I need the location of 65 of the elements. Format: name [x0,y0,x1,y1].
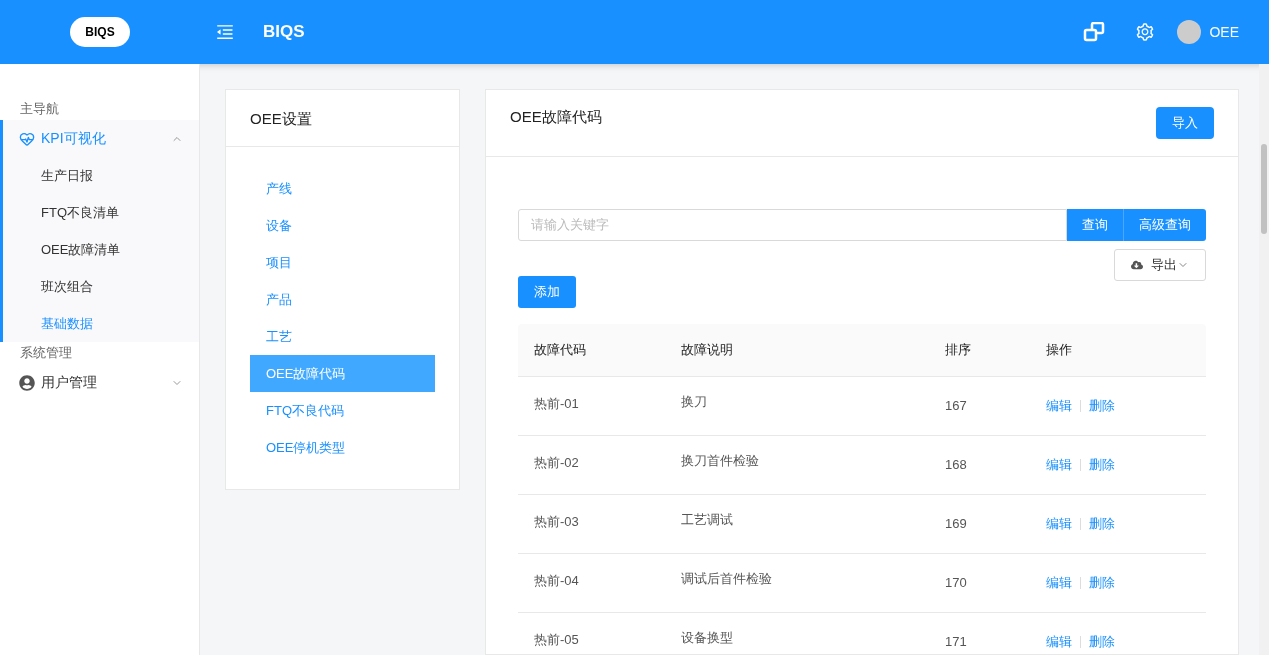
action-link[interactable]: 删除 [1089,632,1115,652]
column-header: 故障代码 [534,342,586,358]
table-cell: 热前-02 [534,455,579,471]
menu-item[interactable]: 生产日报 [3,157,199,194]
action-link[interactable]: 删除 [1089,455,1115,475]
table-cell: 设备换型 [681,630,733,646]
column-header: 操作 [1046,342,1072,358]
table-cell: 热前-05 [534,632,579,648]
menu-group[interactable]: KPI可视化 [3,120,199,157]
table-cell: 工艺调试 [681,512,733,528]
table-cell: 170 [945,575,967,591]
table-cell: 169 [945,516,967,532]
menu-item[interactable]: 基础数据 [3,305,199,342]
table-cell: 168 [945,457,967,473]
heart-pulse-icon [19,130,35,147]
table-cell: 167 [945,398,967,414]
menu-group[interactable]: 用户管理 [3,364,199,401]
table-cell: 热前-04 [534,573,579,589]
table-cell: 热前-03 [534,514,579,530]
column-header: 故障说明 [681,342,733,358]
menu-item[interactable]: FTQ不良清单 [3,194,199,231]
column-header: 排序 [945,342,971,358]
query-button[interactable]: 查询 [1067,209,1124,241]
section-label: 系统管理 [19,344,73,362]
user-icon [19,374,35,391]
table-cell: 换刀首件检验 [681,453,759,469]
advanced-query-button[interactable]: 高级查询 [1124,209,1206,241]
table-cell: 热前-01 [534,396,579,412]
cloud-download-icon [1131,259,1143,271]
settings-item[interactable]: 项目 [250,244,435,281]
search-field[interactable]: 请输入关键字 [518,209,1067,241]
settings-icon[interactable] [1135,22,1156,42]
scrollbar[interactable] [1259,64,1269,655]
card-title: OEE设置 [226,90,459,147]
window-switch-icon[interactable] [1083,22,1106,42]
table-cell: 调试后首件检验 [681,571,772,587]
menu-item[interactable]: 班次组合 [3,268,199,305]
settings-item[interactable]: 设备 [250,207,435,244]
action-link[interactable]: 编辑 [1046,514,1072,534]
action-link[interactable]: 编辑 [1046,455,1072,475]
action-link[interactable]: 编辑 [1046,632,1072,652]
add-button[interactable]: 添加 [518,275,576,308]
table-cell: 171 [945,634,967,650]
menu-icon[interactable] [215,22,235,42]
table-cell: 换刀 [681,394,707,410]
settings-item[interactable]: 产品 [250,281,435,318]
action-link[interactable]: 编辑 [1046,396,1072,416]
logo-text: BIQS [85,24,115,41]
settings-item[interactable]: 产线 [250,170,435,207]
section-label: 主导航 [19,100,60,118]
user-name[interactable]: OEE [1209,21,1239,43]
settings-item[interactable]: FTQ不良代码 [250,392,435,429]
app-title: BIQS [263,21,305,44]
menu-item[interactable]: OEE故障清单 [3,231,199,268]
avatar[interactable] [1177,20,1202,44]
card-title: OEE故障代码 [510,106,602,127]
action-link[interactable]: 删除 [1089,514,1115,534]
import-button[interactable]: 导入 [1156,107,1214,139]
export-button[interactable]: 导出 [1114,249,1206,281]
settings-item[interactable]: 工艺 [250,318,435,355]
settings-item[interactable]: OEE停机类型 [250,429,435,466]
action-link[interactable]: 删除 [1089,396,1115,416]
action-link[interactable]: 删除 [1089,573,1115,593]
action-link[interactable]: 编辑 [1046,573,1072,593]
settings-item[interactable]: OEE故障代码 [250,355,435,392]
